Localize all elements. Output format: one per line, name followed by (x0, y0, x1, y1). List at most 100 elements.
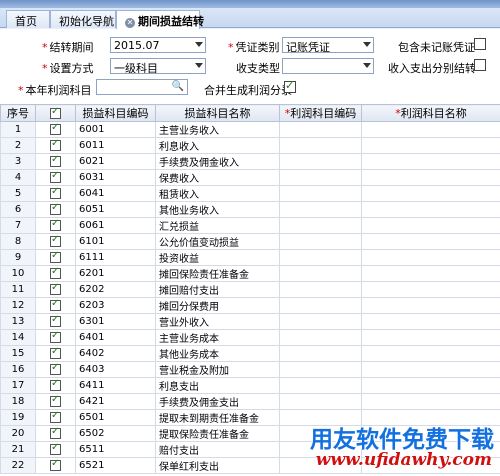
period-select[interactable]: 2015.07 (110, 37, 206, 53)
row-checkbox[interactable] (50, 139, 61, 151)
row-checkbox[interactable] (50, 459, 61, 471)
table-row[interactable]: 15 6402其他业务成本 (0, 345, 500, 362)
row-checkbox[interactable] (50, 363, 61, 375)
table-row[interactable]: 17 6411利息支出 (0, 377, 500, 394)
row-profit-name[interactable] (361, 185, 500, 202)
table-row[interactable]: 6 6051其他业务收入 (0, 201, 500, 218)
row-select[interactable] (35, 137, 76, 154)
revenue-type-select[interactable] (282, 58, 374, 74)
row-profit-name[interactable] (361, 361, 500, 378)
row-profit-code[interactable] (279, 201, 362, 218)
row-select[interactable] (35, 121, 76, 138)
row-profit-code[interactable] (279, 265, 362, 282)
method-select[interactable]: 一级科目 (110, 58, 206, 74)
row-profit-code[interactable] (279, 185, 362, 202)
row-profit-name[interactable] (361, 169, 500, 186)
row-select[interactable] (35, 361, 76, 378)
row-checkbox[interactable] (50, 427, 61, 439)
row-checkbox[interactable] (50, 411, 61, 423)
row-profit-code[interactable] (279, 281, 362, 298)
table-row[interactable]: 13 6301营业外收入 (0, 313, 500, 330)
table-row[interactable]: 10 6201摊回保险责任准备金 (0, 265, 500, 282)
row-profit-name[interactable] (361, 345, 500, 362)
table-row[interactable]: 7 6061汇兑损益 (0, 217, 500, 234)
row-profit-code[interactable] (279, 137, 362, 154)
row-select[interactable] (35, 329, 76, 346)
row-profit-code[interactable] (279, 217, 362, 234)
row-checkbox[interactable] (50, 155, 61, 167)
row-checkbox[interactable] (50, 203, 61, 215)
tab-period-pl-transfer[interactable]: ✕ 期间损益结转 (116, 10, 204, 29)
row-select[interactable] (35, 393, 76, 410)
row-profit-code[interactable] (279, 313, 362, 330)
row-profit-name[interactable] (361, 217, 500, 234)
row-profit-name[interactable] (361, 153, 500, 170)
row-profit-name[interactable] (361, 121, 500, 138)
row-select[interactable] (35, 409, 76, 426)
row-select[interactable] (35, 233, 76, 250)
row-profit-code[interactable] (279, 377, 362, 394)
row-checkbox[interactable] (50, 171, 61, 183)
row-checkbox[interactable] (50, 123, 61, 135)
row-select[interactable] (35, 377, 76, 394)
row-select[interactable] (35, 201, 76, 218)
row-select[interactable] (35, 281, 76, 298)
row-profit-name[interactable] (361, 265, 500, 282)
row-select[interactable] (35, 265, 76, 282)
table-row[interactable]: 12 6203摊回分保费用 (0, 297, 500, 314)
row-select[interactable] (35, 185, 76, 202)
row-select[interactable] (35, 345, 76, 362)
table-row[interactable]: 14 6401主营业务成本 (0, 329, 500, 346)
separate-transfer-checkbox[interactable] (474, 59, 486, 71)
row-profit-name[interactable] (361, 393, 500, 410)
table-row[interactable]: 1 6001主营业务收入 (0, 121, 500, 138)
header-select-all[interactable] (35, 104, 76, 122)
merge-entries-checkbox[interactable] (284, 79, 296, 93)
row-checkbox[interactable] (50, 443, 61, 455)
table-row[interactable]: 2 6011利息收入 (0, 137, 500, 154)
row-select[interactable] (35, 249, 76, 266)
row-profit-name[interactable] (361, 297, 500, 314)
row-profit-code[interactable] (279, 361, 362, 378)
row-checkbox[interactable] (50, 347, 61, 359)
row-profit-code[interactable] (279, 121, 362, 138)
row-profit-name[interactable] (361, 137, 500, 154)
table-row[interactable]: 11 6202摊回赔付支出 (0, 281, 500, 298)
row-profit-name[interactable] (361, 233, 500, 250)
row-select[interactable] (35, 441, 76, 458)
row-profit-code[interactable] (279, 297, 362, 314)
row-profit-name[interactable] (361, 249, 500, 266)
row-profit-code[interactable] (279, 345, 362, 362)
tab-home[interactable]: 首页 (6, 10, 50, 28)
row-checkbox[interactable] (50, 187, 61, 199)
voucher-type-select[interactable]: 记账凭证 (282, 37, 374, 53)
row-checkbox[interactable] (50, 379, 61, 391)
row-select[interactable] (35, 297, 76, 314)
row-profit-name[interactable] (361, 377, 500, 394)
row-profit-code[interactable] (279, 393, 362, 410)
table-row[interactable]: 3 6021手续费及佣金收入 (0, 153, 500, 170)
row-profit-code[interactable] (279, 329, 362, 346)
close-icon[interactable]: ✕ (125, 18, 135, 28)
row-select[interactable] (35, 169, 76, 186)
tab-init-nav[interactable]: 初始化导航 (50, 10, 116, 28)
row-checkbox[interactable] (50, 395, 61, 407)
search-icon[interactable]: 🔍 (172, 81, 184, 92)
row-checkbox[interactable] (50, 315, 61, 327)
row-checkbox[interactable] (50, 267, 61, 279)
table-row[interactable]: 4 6031保费收入 (0, 169, 500, 186)
row-select[interactable] (35, 425, 76, 442)
row-checkbox[interactable] (50, 235, 61, 247)
row-profit-code[interactable] (279, 249, 362, 266)
row-checkbox[interactable] (50, 251, 61, 263)
row-profit-code[interactable] (279, 153, 362, 170)
table-row[interactable]: 9 6111投资收益 (0, 249, 500, 266)
select-all-checkbox[interactable] (50, 106, 61, 119)
table-row[interactable]: 16 6403营业税金及附加 (0, 361, 500, 378)
row-checkbox[interactable] (50, 331, 61, 343)
row-profit-name[interactable] (361, 313, 500, 330)
table-row[interactable]: 5 6041租赁收入 (0, 185, 500, 202)
table-row[interactable]: 18 6421手续费及佣金支出 (0, 393, 500, 410)
row-select[interactable] (35, 313, 76, 330)
row-profit-code[interactable] (279, 169, 362, 186)
